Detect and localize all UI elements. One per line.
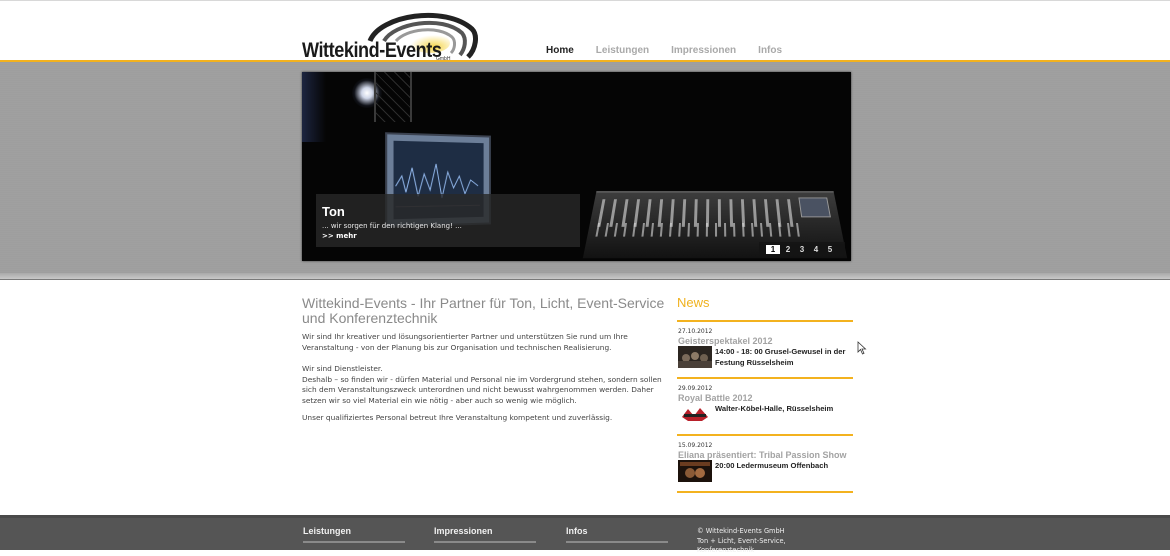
- news-heading: News: [677, 295, 853, 322]
- news-date: 29.09.2012: [678, 385, 713, 392]
- nav-infos[interactable]: Infos: [758, 45, 782, 56]
- footer-column-impressionen: Impressionen: [434, 526, 536, 543]
- slide-caption: Ton ... wir sorgen für den richtigen Kla…: [316, 194, 580, 247]
- news-date: 27.10.2012: [678, 328, 713, 335]
- header: Wittekind-Events GmbH Home Leistungen Im…: [0, 0, 1170, 62]
- page-title: Wittekind-Events - Ihr Partner für Ton, …: [302, 295, 665, 326]
- news-date: 15.09.2012: [678, 442, 713, 449]
- stage-glow: [302, 72, 326, 142]
- slide-title: Ton: [322, 204, 345, 219]
- pager-4[interactable]: 4: [809, 245, 823, 254]
- news-item[interactable]: 27.10.2012 Geisterspektakel 2012 14:00 -…: [677, 322, 853, 379]
- news-item[interactable]: 15.09.2012 Eliana präsentiert: Tribal Pa…: [677, 436, 853, 493]
- footer-column-leistungen: Leistungen: [303, 526, 405, 543]
- image-slider[interactable]: Ton ... wir sorgen für den richtigen Kla…: [302, 72, 851, 261]
- pager-5[interactable]: 5: [823, 245, 837, 254]
- service-paragraph: Wir sind Dienstleister. Deshalb – so fin…: [302, 364, 668, 406]
- logo[interactable]: Wittekind-Events GmbH: [300, 5, 480, 62]
- footer-services-2: Konferenztechnik: [697, 546, 755, 554]
- main-nav: Home Leistungen Impressionen Infos: [546, 45, 804, 56]
- footer-heading-impressionen[interactable]: Impressionen: [434, 526, 536, 536]
- footer-contact: © Wittekind-Events GmbH Ton + Licht, Eve…: [697, 527, 786, 556]
- news-text: 20:00 Ledermuseum Offenbach: [715, 461, 829, 470]
- nav-leistungen[interactable]: Leistungen: [596, 45, 649, 56]
- news-item[interactable]: 29.09.2012 Royal Battle 2012 Walter-Köbe…: [677, 379, 853, 436]
- service-lead: Wir sind Dienstleister.: [302, 364, 383, 374]
- intro-paragraph: Wir sind Ihr kreativer und lösungsorient…: [302, 332, 628, 352]
- pager-1[interactable]: 1: [766, 244, 780, 254]
- mouse-cursor-icon: [857, 341, 867, 355]
- staff-paragraph: Unser qualifiziertes Personal betreut Ih…: [302, 412, 613, 422]
- main-content: Wittekind-Events - Ihr Partner für Ton, …: [302, 296, 668, 423]
- footer-services: Ton + Licht, Event-Service,: [697, 536, 786, 545]
- stage-truss: [374, 72, 412, 122]
- news-title[interactable]: Royal Battle 2012: [678, 393, 753, 403]
- pager-2[interactable]: 2: [781, 245, 795, 254]
- footer-heading-infos[interactable]: Infos: [566, 526, 668, 536]
- news-title[interactable]: Eliana präsentiert: Tribal Passion Show: [678, 450, 847, 460]
- news-thumbnail[interactable]: [678, 403, 712, 425]
- footer-heading-leistungen[interactable]: Leistungen: [303, 526, 405, 536]
- news-title[interactable]: Geisterspektakel 2012: [678, 336, 773, 346]
- news-text: Walter-Köbel-Halle, Rüsselsheim: [715, 404, 834, 413]
- footer-column-infos: Infos: [566, 526, 668, 543]
- footer-copyright: © Wittekind-Events GmbH: [697, 527, 785, 535]
- slider-pager: 1 2 3 4 5: [759, 242, 845, 256]
- news-thumbnail[interactable]: [678, 346, 712, 368]
- nav-impressionen[interactable]: Impressionen: [671, 45, 736, 56]
- footer: Leistungen Impressionen Infos © Wittekin…: [0, 515, 1170, 554]
- slide-subtitle: ... wir sorgen für den richtigen Klang! …: [322, 222, 462, 230]
- pager-3[interactable]: 3: [795, 245, 809, 254]
- slide-more-link[interactable]: >> mehr: [322, 232, 357, 240]
- nav-home[interactable]: Home: [546, 45, 574, 56]
- service-text: Deshalb – so finden wir - dürfen Materia…: [302, 374, 662, 405]
- news-sidebar: News 27.10.2012 Geisterspektakel 2012 14…: [677, 295, 853, 493]
- news-thumbnail[interactable]: [678, 460, 712, 482]
- news-text: 14:00 - 18: 00 Grusel-Gewusel in der Fes…: [715, 347, 846, 367]
